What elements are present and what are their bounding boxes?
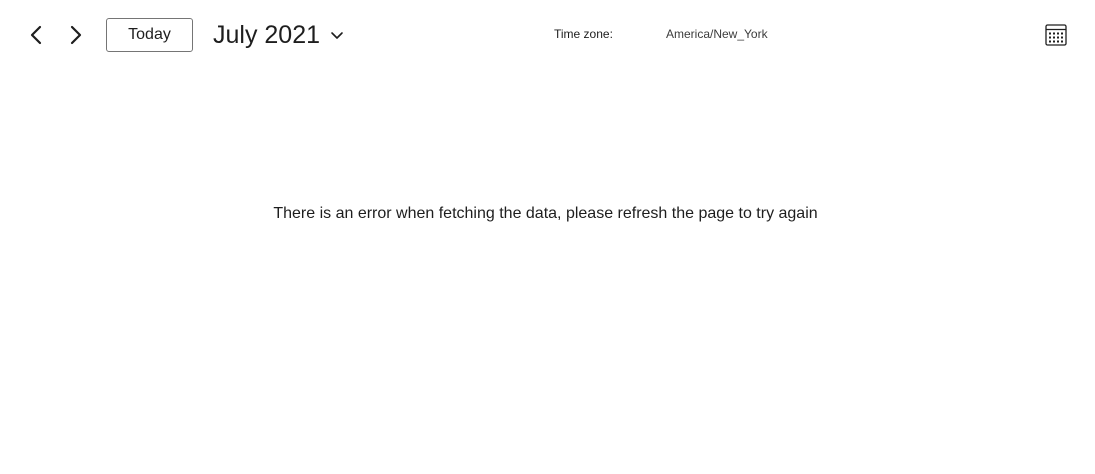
next-month-button[interactable] [61,20,91,50]
error-message: There is an error when fetching the data… [273,205,818,222]
month-picker[interactable]: July 2021 [213,17,344,53]
month-label: July 2021 [213,20,321,49]
timezone-label: Time zone: [554,27,613,41]
timezone-value: America/New_York [666,27,768,41]
chevron-right-icon [70,25,82,45]
chevron-down-icon [330,28,344,42]
today-button[interactable]: Today [106,18,193,52]
previous-month-button[interactable] [21,20,51,50]
chevron-left-icon [30,25,42,45]
calendar-view-button[interactable] [1043,22,1069,48]
calendar-grid-icon [1045,24,1067,46]
calendar-toolbar: Today July 2021 Time zone: America/New_Y… [0,0,1095,70]
